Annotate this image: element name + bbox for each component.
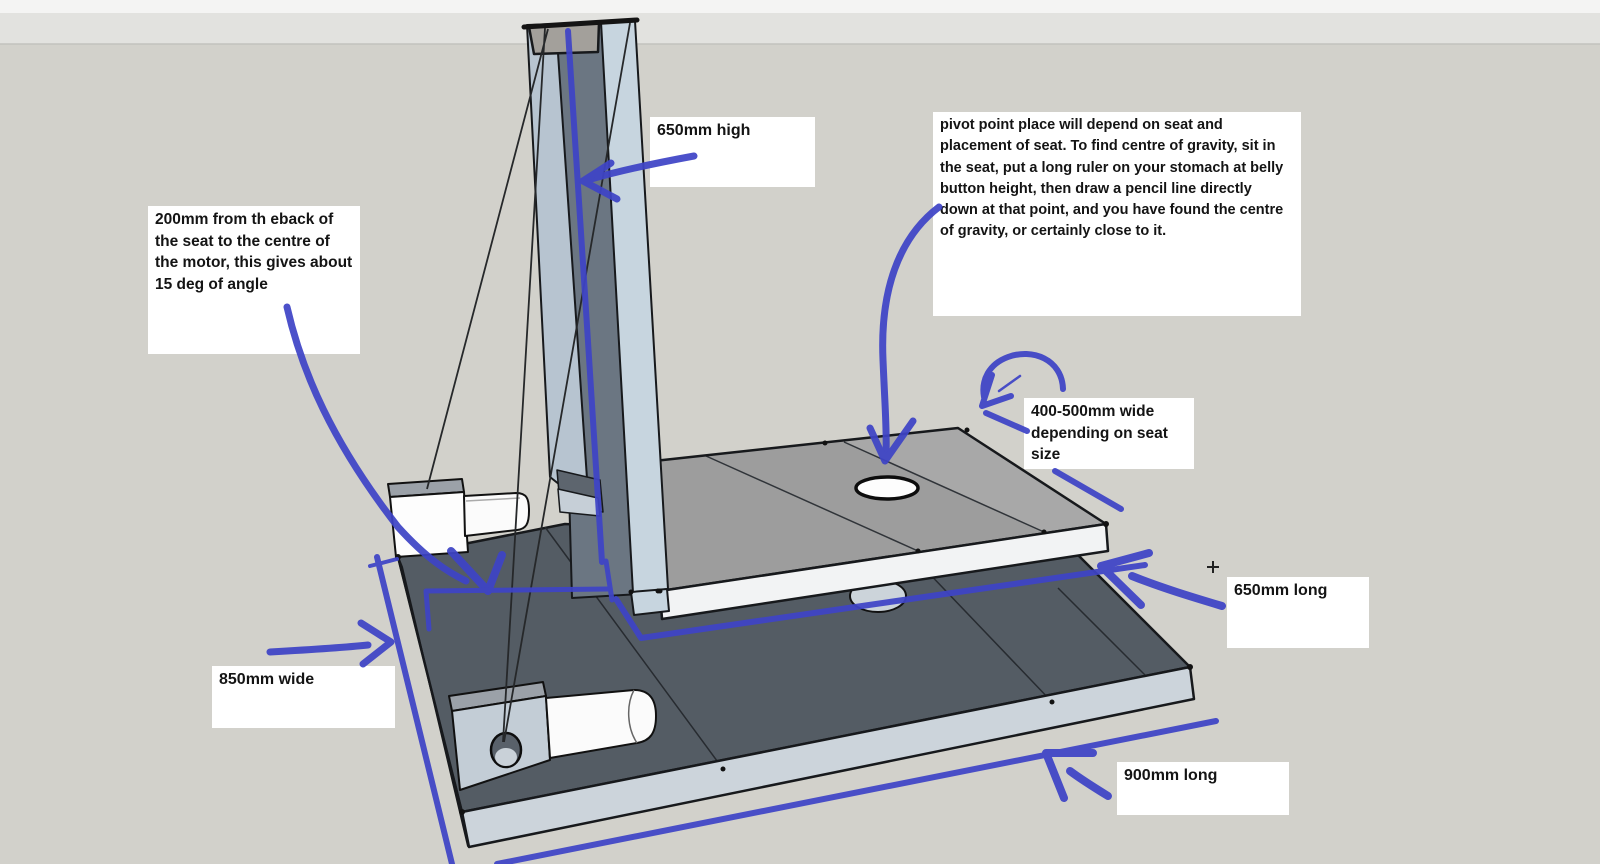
sketchup-diagram-screenshot: 650mm high 200mm from th eback of the se… [0, 0, 1600, 864]
label-height: 650mm high [650, 117, 815, 187]
sky-band-top [0, 0, 1600, 13]
label-base-width: 850mm wide [212, 666, 395, 728]
label-seat-length: 650mm long [1227, 577, 1369, 648]
post-foot [631, 589, 669, 615]
label-pivot-note: pivot point place will depend on seat an… [933, 112, 1301, 316]
sky-band [0, 13, 1600, 44]
pivot-hole [856, 477, 918, 499]
label-seat-width: 400-500mm wide depending on seat size [1024, 398, 1194, 469]
label-base-length: 900mm long [1117, 762, 1289, 815]
label-motor-offset: 200mm from th eback of the seat to the c… [148, 206, 360, 354]
lower-motor-hole-inner [495, 748, 517, 766]
upper-motor-block [390, 492, 468, 557]
